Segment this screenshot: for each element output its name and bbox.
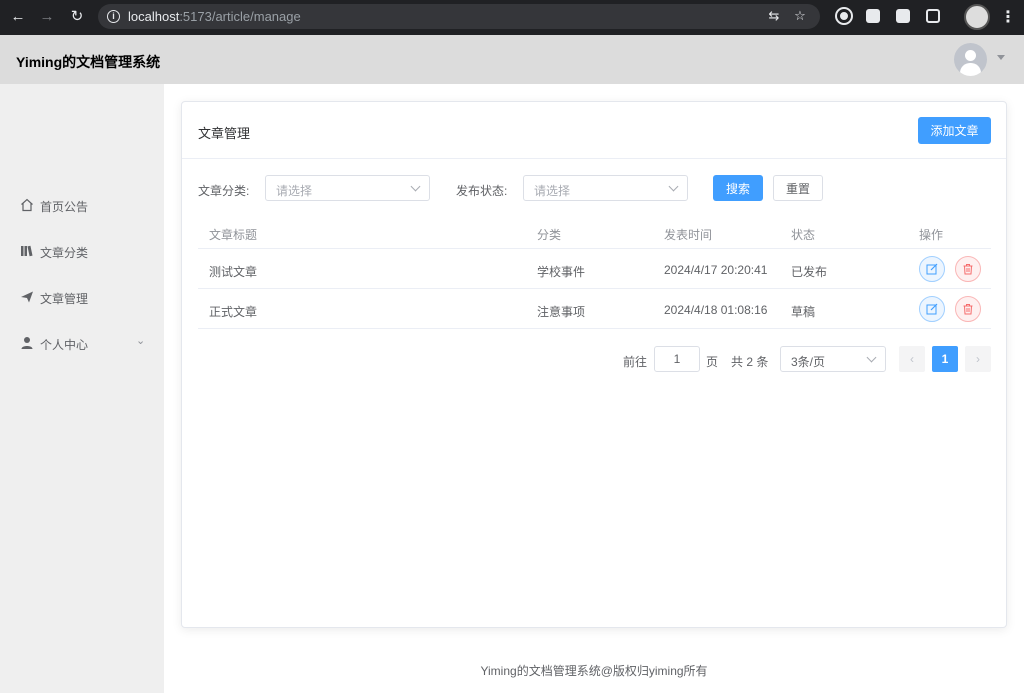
article-status: 已发布 — [791, 265, 828, 279]
column-header: 状态 — [791, 228, 816, 242]
avatar[interactable] — [954, 43, 987, 76]
sidebar-item-label: 首页公告 — [40, 200, 89, 214]
article-time: 2024/4/17 20:20:41 — [664, 263, 768, 277]
column-header: 发表时间 — [664, 228, 713, 242]
table-row: 正式文章 注意事项 2024/4/18 01:08:16 草稿 — [198, 289, 991, 329]
sidebar: 首页公告 文章分类 文章管理 个人中心 ⌄ — [0, 84, 164, 693]
sidebar-item-articles[interactable]: 文章管理 — [0, 275, 164, 321]
send-icon — [21, 291, 33, 303]
trash-icon — [963, 304, 973, 315]
page-number-button[interactable]: 1 — [932, 346, 958, 372]
chevron-down-icon — [866, 352, 877, 363]
delete-button[interactable] — [955, 296, 981, 322]
page-size-select[interactable]: 3条/页 — [780, 346, 886, 372]
prev-page-button[interactable]: ‹ — [899, 346, 925, 372]
profile-avatar[interactable] — [964, 4, 990, 30]
address-bar[interactable]: i localhost:5173/article/manage ⇆ ☆ — [98, 4, 820, 29]
card-header: 文章管理 添加文章 — [182, 102, 1006, 159]
extension-icon[interactable] — [896, 9, 910, 23]
page-title: 文章管理 — [198, 126, 251, 141]
reload-icon[interactable]: ↻ — [66, 7, 88, 27]
puzzle-icon[interactable] — [926, 9, 940, 23]
article-category: 学校事件 — [537, 265, 586, 279]
category-filter-label: 文章分类: — [198, 184, 250, 198]
article-status: 草稿 — [791, 305, 816, 319]
trash-icon — [963, 264, 973, 275]
chevron-down-icon — [668, 181, 679, 192]
table-row: 测试文章 学校事件 2024/4/17 20:20:41 已发布 — [198, 249, 991, 289]
column-header: 分类 — [537, 228, 562, 242]
forward-icon[interactable]: → — [36, 7, 58, 27]
status-filter-label: 发布状态: — [456, 184, 508, 198]
pagination-total: 共 2 条 — [731, 355, 769, 369]
edit-button[interactable] — [919, 256, 945, 282]
page-size-value: 3条/页 — [791, 355, 826, 369]
pagination-goto-prefix: 前往 — [623, 355, 648, 369]
chevron-down-icon: ⌄ — [136, 335, 146, 347]
article-title: 正式文章 — [209, 305, 258, 319]
sidebar-item-label: 文章管理 — [40, 292, 89, 306]
edit-icon — [926, 263, 938, 275]
article-title: 测试文章 — [209, 265, 258, 279]
translate-icon[interactable]: ⇆ — [766, 8, 782, 24]
sidebar-item-label: 文章分类 — [40, 246, 89, 260]
next-page-button[interactable]: › — [965, 346, 991, 372]
page-jump-input[interactable]: 1 — [654, 346, 700, 372]
footer-copyright: Yiming的文档管理系统@版权归yiming所有 — [480, 664, 708, 678]
edit-button[interactable] — [919, 296, 945, 322]
site-info-icon[interactable]: i — [107, 10, 120, 23]
edit-icon — [926, 303, 938, 315]
search-button[interactable]: 搜索 — [713, 175, 763, 201]
more-menu-icon[interactable]: ⋮ — [1000, 7, 1016, 27]
home-icon — [21, 198, 33, 212]
sidebar-item-label: 个人中心 — [40, 338, 89, 352]
extension-icon[interactable] — [866, 9, 880, 23]
category-select[interactable]: 请选择 — [265, 175, 430, 201]
category-select-placeholder: 请选择 — [276, 184, 313, 198]
column-header: 操作 — [919, 228, 944, 242]
extension-icon[interactable] — [835, 7, 853, 25]
browser-toolbar: ← → ↻ i localhost:5173/article/manage ⇆ … — [0, 0, 1024, 35]
sidebar-item-profile[interactable]: 个人中心 ⌄ — [0, 321, 164, 367]
bookmark-star-icon[interactable]: ☆ — [792, 8, 808, 24]
chevron-down-icon — [410, 181, 421, 192]
url-text: localhost:5173/article/manage — [128, 9, 301, 24]
add-article-button[interactable]: 添加文章 — [918, 117, 991, 144]
app-title: Yiming的文档管理系统 — [16, 54, 161, 70]
status-select-placeholder: 请选择 — [534, 184, 571, 198]
column-header: 文章标题 — [209, 228, 258, 242]
table-header-row: 文章标题 分类 发表时间 状态 操作 — [198, 215, 991, 249]
caret-down-icon[interactable] — [997, 55, 1005, 60]
sidebar-item-home[interactable]: 首页公告 — [0, 183, 164, 229]
article-manage-card: 文章管理 添加文章 文章分类: 请选择 发布状态: 请选择 搜索 重置 文章标题… — [181, 101, 1007, 628]
article-table: 文章标题 分类 发表时间 状态 操作 测试文章 学校事件 2024/4/17 2… — [198, 215, 991, 329]
user-icon — [21, 337, 33, 349]
category-icon — [21, 245, 33, 257]
article-category: 注意事项 — [537, 305, 586, 319]
status-select[interactable]: 请选择 — [523, 175, 688, 201]
app-header: Yiming的文档管理系统 — [0, 35, 1024, 84]
delete-button[interactable] — [955, 256, 981, 282]
reset-button[interactable]: 重置 — [773, 175, 823, 201]
sidebar-item-category[interactable]: 文章分类 — [0, 229, 164, 275]
article-time: 2024/4/18 01:08:16 — [664, 303, 768, 317]
back-icon[interactable]: ← — [7, 7, 29, 27]
pagination-goto-suffix: 页 — [706, 355, 719, 369]
